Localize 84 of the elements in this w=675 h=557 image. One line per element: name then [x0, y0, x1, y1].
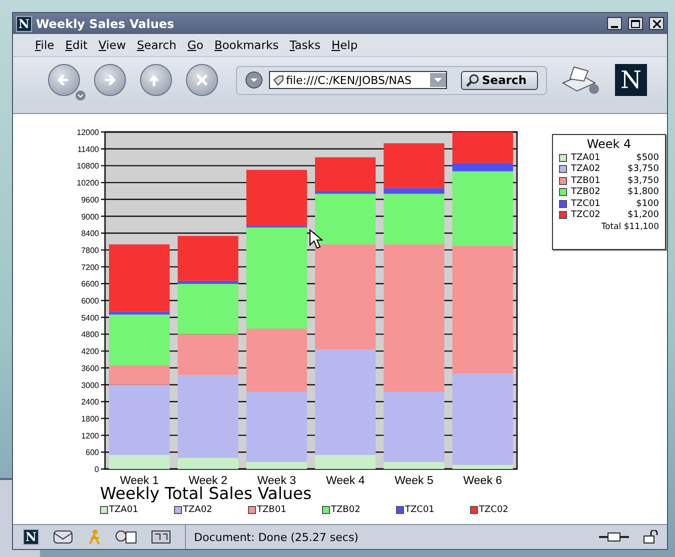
- status-text: Document: Done (25.27 secs): [185, 525, 585, 549]
- legend-value: $3,750: [628, 176, 659, 186]
- y-tick-label: 8400: [81, 229, 99, 238]
- maximize-button[interactable]: [628, 17, 643, 30]
- legend-value: $500: [636, 152, 659, 162]
- tag-icon: [273, 74, 284, 86]
- menu-item[interactable]: Tasks: [290, 38, 320, 52]
- y-tick-label: 4200: [81, 347, 99, 356]
- y-tick-label: 1200: [81, 431, 99, 440]
- url-field[interactable]: file:///C:/KEN/JOBS/NAS: [269, 71, 447, 89]
- y-tick-label: 5400: [81, 313, 99, 322]
- legend-value: $100: [636, 198, 659, 208]
- menu-item[interactable]: Bookmarks: [214, 38, 279, 52]
- y-tick-label: 7200: [81, 262, 99, 272]
- y-tick-label: 9600: [81, 195, 99, 204]
- minimize-icon: [611, 26, 618, 28]
- back-button[interactable]: [48, 64, 80, 96]
- legend-label: TZC01: [405, 505, 434, 515]
- x-tick-label: Week 5: [394, 475, 434, 487]
- cross-icon: [194, 72, 210, 88]
- legend-title: Week 4: [586, 137, 632, 151]
- forward-button[interactable]: [94, 64, 126, 96]
- legend-label: TZA02: [571, 164, 602, 174]
- x-tick-label: Week 2: [188, 475, 228, 487]
- plug-icon: [599, 531, 629, 543]
- close-button[interactable]: [649, 17, 664, 30]
- dropdown-icon[interactable]: [75, 90, 86, 101]
- x-tick-label: Week 4: [326, 475, 365, 487]
- maximize-icon: [631, 20, 640, 28]
- minimize-button[interactable]: [607, 17, 622, 30]
- menu-item[interactable]: Search: [136, 38, 176, 52]
- printer-icon[interactable]: [560, 65, 601, 95]
- legend-label: TZA01: [571, 152, 602, 162]
- menu-item[interactable]: View: [98, 38, 126, 52]
- y-tick-label: 2400: [81, 398, 99, 407]
- legend-label: TZC02: [479, 505, 508, 515]
- menu-item[interactable]: Go: [187, 38, 204, 52]
- search-icon: [466, 74, 479, 86]
- legend-label: TZB02: [331, 505, 360, 515]
- menu-item[interactable]: File: [35, 38, 54, 52]
- y-tick-label: 10800: [76, 162, 99, 171]
- y-tick-label: 6000: [81, 296, 99, 306]
- legend-label: TZA02: [183, 505, 212, 515]
- forward-arrow-icon: [102, 72, 118, 88]
- legend-value: $1,200: [628, 210, 659, 220]
- window-title: Weekly Sales Values: [36, 16, 176, 30]
- legend-label: TZC01: [571, 198, 602, 208]
- y-tick-label: 0: [94, 465, 99, 474]
- legend-label: TZB02: [571, 187, 602, 197]
- close-icon: [652, 20, 660, 28]
- legend-value: $1,800: [628, 187, 659, 197]
- y-tick-label: 7800: [81, 246, 99, 255]
- y-tick-label: 3000: [81, 380, 99, 390]
- y-tick-label: 3600: [81, 364, 99, 373]
- mail-icon[interactable]: [53, 530, 73, 544]
- legend-label: TZB01: [571, 176, 602, 186]
- y-tick-label: 10200: [76, 178, 99, 188]
- x-tick-label: Week 1: [120, 475, 159, 487]
- search-button[interactable]: Search: [461, 70, 538, 90]
- pointer-cursor-icon: [309, 229, 323, 249]
- x-tick-label: Week 6: [463, 475, 502, 487]
- x-tick-label: Week 3: [257, 475, 296, 487]
- y-tick-label: 11400: [77, 144, 99, 154]
- y-tick-label: 9000: [81, 212, 99, 222]
- legend-label: TZA01: [109, 505, 138, 515]
- reload-button[interactable]: [140, 64, 172, 96]
- legend-label: TZC02: [571, 210, 602, 220]
- legend-value: $3,750: [628, 164, 659, 174]
- y-tick-label: 4800: [81, 330, 99, 340]
- menu-item[interactable]: Edit: [65, 38, 88, 52]
- y-tick-label: 12000: [76, 128, 99, 137]
- legend-label: TZB01: [257, 505, 286, 515]
- app-logo: N: [16, 16, 32, 32]
- y-tick-label: 600: [86, 448, 99, 458]
- unlocked-padlock-icon: [643, 530, 659, 544]
- app-logo[interactable]: N: [23, 529, 39, 545]
- chart-title: Weekly Total Sales Values: [100, 485, 313, 503]
- stop-button[interactable]: [186, 64, 218, 96]
- legend-total: Total $11,100: [601, 222, 659, 232]
- dropdown-icon[interactable]: [245, 71, 263, 89]
- menu-item[interactable]: Help: [331, 38, 358, 52]
- y-tick-label: 6600: [81, 280, 99, 289]
- throbber-logo[interactable]: N: [615, 64, 647, 96]
- y-tick-label: 1800: [81, 414, 99, 424]
